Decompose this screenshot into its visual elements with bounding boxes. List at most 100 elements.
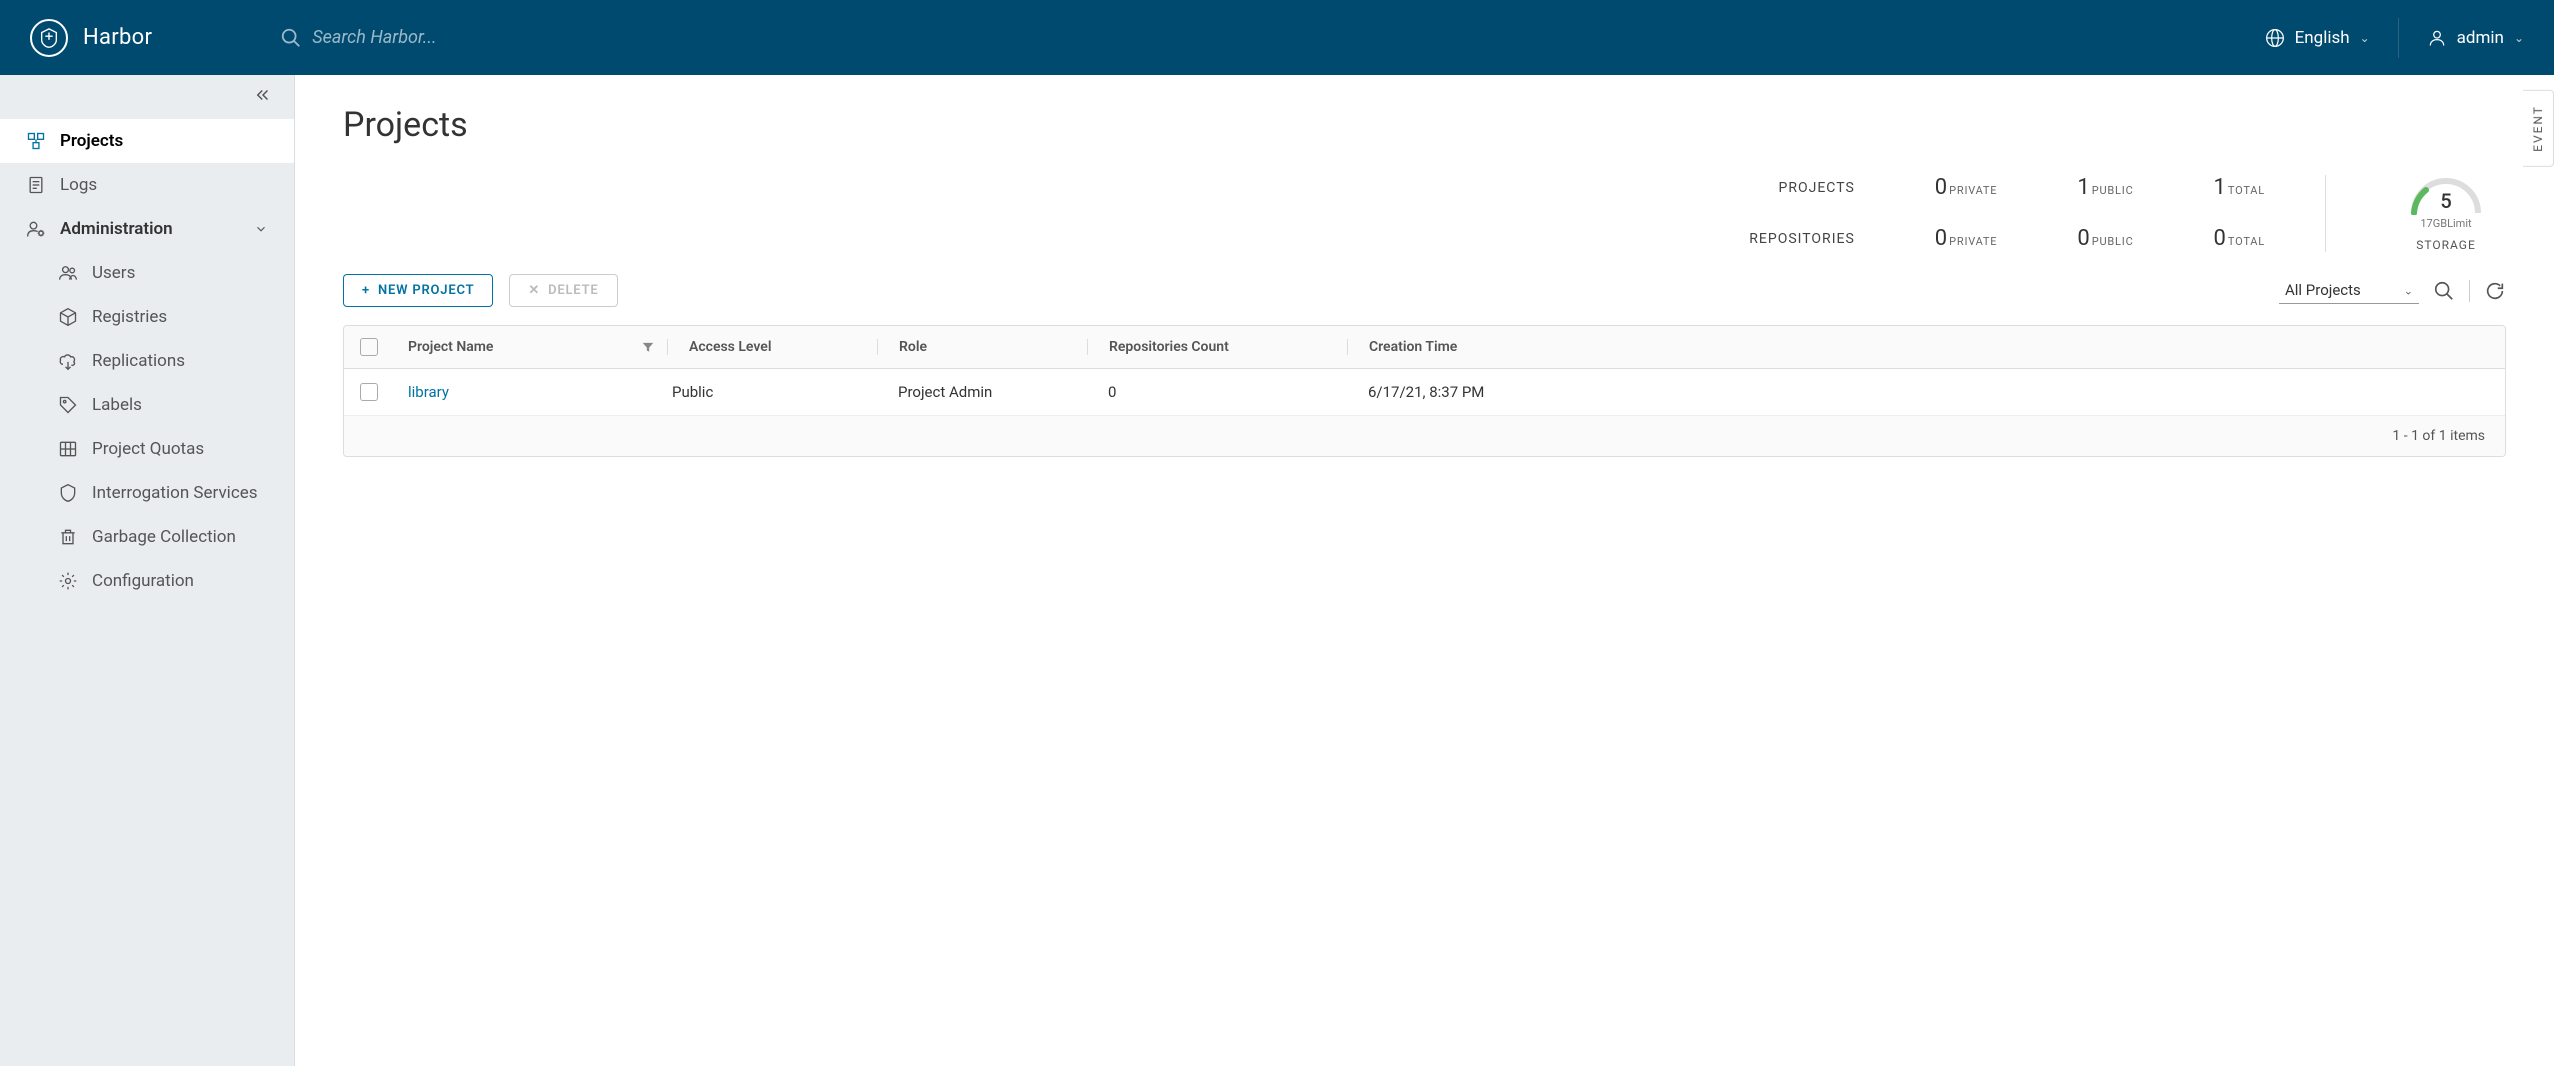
search-icon[interactable] xyxy=(2433,280,2455,302)
main-content: Projects PROJECTS 0PRIVATE 1PUBLIC 1TOTA… xyxy=(295,75,2554,1066)
sidebar-label: Users xyxy=(92,263,135,283)
sidebar-item-replications[interactable]: Replications xyxy=(0,339,294,383)
logs-icon xyxy=(26,175,46,195)
sidebar-item-project-quotas[interactable]: Project Quotas xyxy=(0,427,294,471)
pagination-text: 1 - 1 of 1 items xyxy=(2392,428,2485,444)
sidebar-item-projects[interactable]: Projects xyxy=(0,119,294,163)
stats-projects-public: 1PUBLIC xyxy=(2077,175,2133,200)
storage-gauge: 5 xyxy=(2406,175,2486,215)
sidebar-item-interrogation[interactable]: Interrogation Services xyxy=(0,471,294,515)
user-menu[interactable]: admin ⌄ xyxy=(2427,28,2524,48)
brand-label: Harbor xyxy=(83,25,152,50)
sidebar-item-registries[interactable]: Registries xyxy=(0,295,294,339)
search-wrap xyxy=(280,21,702,54)
refresh-icon[interactable] xyxy=(2484,280,2506,302)
table-row: library Public Project Admin 0 6/17/21, … xyxy=(344,369,2505,416)
app-shell: Projects Logs Administration Users Regis… xyxy=(0,75,2554,1066)
stats-projects-private: 0PRIVATE xyxy=(1935,175,1998,200)
gear-icon xyxy=(58,571,78,591)
sidebar-label: Project Quotas xyxy=(92,439,204,459)
search-input[interactable] xyxy=(302,21,702,54)
user-label: admin xyxy=(2457,28,2504,48)
toolbar-row: + NEW PROJECT ✕ DELETE All Projects ⌄ xyxy=(343,274,2506,307)
stats-projects-total: 1TOTAL xyxy=(2214,175,2265,200)
table-header: Project Name Access Level Role Repositor… xyxy=(344,326,2505,369)
sidebar-item-labels[interactable]: Labels xyxy=(0,383,294,427)
search-icon xyxy=(280,27,302,49)
select-all-checkbox[interactable] xyxy=(360,338,378,356)
trash-icon xyxy=(58,527,78,547)
language-selector[interactable]: English ⌄ xyxy=(2265,28,2370,48)
table-footer: 1 - 1 of 1 items xyxy=(344,416,2505,456)
row-checkbox-cell xyxy=(360,383,408,401)
toolbar-left: + NEW PROJECT ✕ DELETE xyxy=(343,274,618,307)
sidebar-label: Logs xyxy=(60,175,97,195)
users-icon xyxy=(58,263,78,283)
chevron-down-icon: ⌄ xyxy=(2360,31,2370,45)
header-role[interactable]: Role xyxy=(878,339,1088,355)
sidebar-label: Configuration xyxy=(92,571,194,591)
sidebar-item-users[interactable]: Users xyxy=(0,251,294,295)
new-project-label: NEW PROJECT xyxy=(378,283,474,298)
nav-list: Projects Logs Administration Users Regis… xyxy=(0,119,294,603)
sidebar: Projects Logs Administration Users Regis… xyxy=(0,75,295,1066)
row-checkbox[interactable] xyxy=(360,383,378,401)
stats-projects-label: PROJECTS xyxy=(1749,180,1854,196)
collapse-bar xyxy=(0,75,294,119)
new-project-button[interactable]: + NEW PROJECT xyxy=(343,274,493,307)
quotas-icon xyxy=(58,439,78,459)
harbor-logo-icon xyxy=(30,19,68,57)
sidebar-label: Labels xyxy=(92,395,142,415)
admin-icon xyxy=(26,219,46,239)
header-creation-time[interactable]: Creation Time xyxy=(1348,339,2489,355)
close-icon: ✕ xyxy=(528,283,540,298)
globe-icon xyxy=(2265,28,2285,48)
event-panel-tab[interactable]: EVENT xyxy=(2523,90,2554,167)
delete-button[interactable]: ✕ DELETE xyxy=(509,274,617,307)
projects-table: Project Name Access Level Role Repositor… xyxy=(343,325,2506,457)
sidebar-item-administration[interactable]: Administration xyxy=(0,207,294,251)
shield-icon xyxy=(58,483,78,503)
stats-row: PROJECTS 0PRIVATE 1PUBLIC 1TOTAL REPOSIT… xyxy=(343,175,2506,252)
header-project-name[interactable]: Project Name xyxy=(408,339,668,355)
storage-separator xyxy=(2325,175,2326,252)
sidebar-item-logs[interactable]: Logs xyxy=(0,163,294,207)
project-link[interactable]: library xyxy=(408,383,449,401)
sidebar-label: Garbage Collection xyxy=(92,527,236,547)
registries-icon xyxy=(58,307,78,327)
storage-label: STORAGE xyxy=(2406,238,2486,252)
row-repo-cell: 0 xyxy=(1088,383,1348,401)
stats-repos-total: 0TOTAL xyxy=(2214,226,2265,251)
projects-icon xyxy=(26,131,46,151)
collapse-sidebar-button[interactable] xyxy=(254,86,272,109)
header-access-level[interactable]: Access Level xyxy=(668,339,878,355)
filter-icon[interactable] xyxy=(641,340,655,354)
sidebar-label: Administration xyxy=(60,219,173,239)
stats-repos-public: 0PUBLIC xyxy=(2077,226,2133,251)
toolbar-separator xyxy=(2469,280,2470,302)
storage-widget: 5 17GBLimit STORAGE xyxy=(2386,175,2506,252)
header-left: Harbor xyxy=(30,19,702,57)
plus-icon: + xyxy=(362,283,370,298)
header-checkbox-cell xyxy=(360,338,408,356)
sidebar-label: Replications xyxy=(92,351,185,371)
labels-icon xyxy=(58,395,78,415)
stats-repos-label: REPOSITORIES xyxy=(1749,231,1854,247)
brand-wrap[interactable]: Harbor xyxy=(30,19,152,57)
top-header: Harbor English ⌄ admin ⌄ xyxy=(0,0,2554,75)
sidebar-label: Projects xyxy=(60,131,123,151)
sidebar-item-garbage[interactable]: Garbage Collection xyxy=(0,515,294,559)
header-repo-count[interactable]: Repositories Count xyxy=(1088,339,1348,355)
page-title: Projects xyxy=(343,105,2506,145)
sidebar-item-configuration[interactable]: Configuration xyxy=(0,559,294,603)
row-time-cell: 6/17/21, 8:37 PM xyxy=(1348,383,2489,401)
row-access-cell: Public xyxy=(668,383,878,401)
sidebar-label: Interrogation Services xyxy=(92,483,258,503)
row-name-cell: library xyxy=(408,383,668,401)
user-icon xyxy=(2427,28,2447,48)
project-filter-wrap: All Projects ⌄ xyxy=(2279,277,2419,304)
stats-grid: PROJECTS 0PRIVATE 1PUBLIC 1TOTAL REPOSIT… xyxy=(1749,175,2265,251)
toolbar-right: All Projects ⌄ xyxy=(2279,277,2506,304)
header-right: English ⌄ admin ⌄ xyxy=(2265,18,2524,58)
project-filter-select[interactable]: All Projects xyxy=(2279,277,2419,304)
